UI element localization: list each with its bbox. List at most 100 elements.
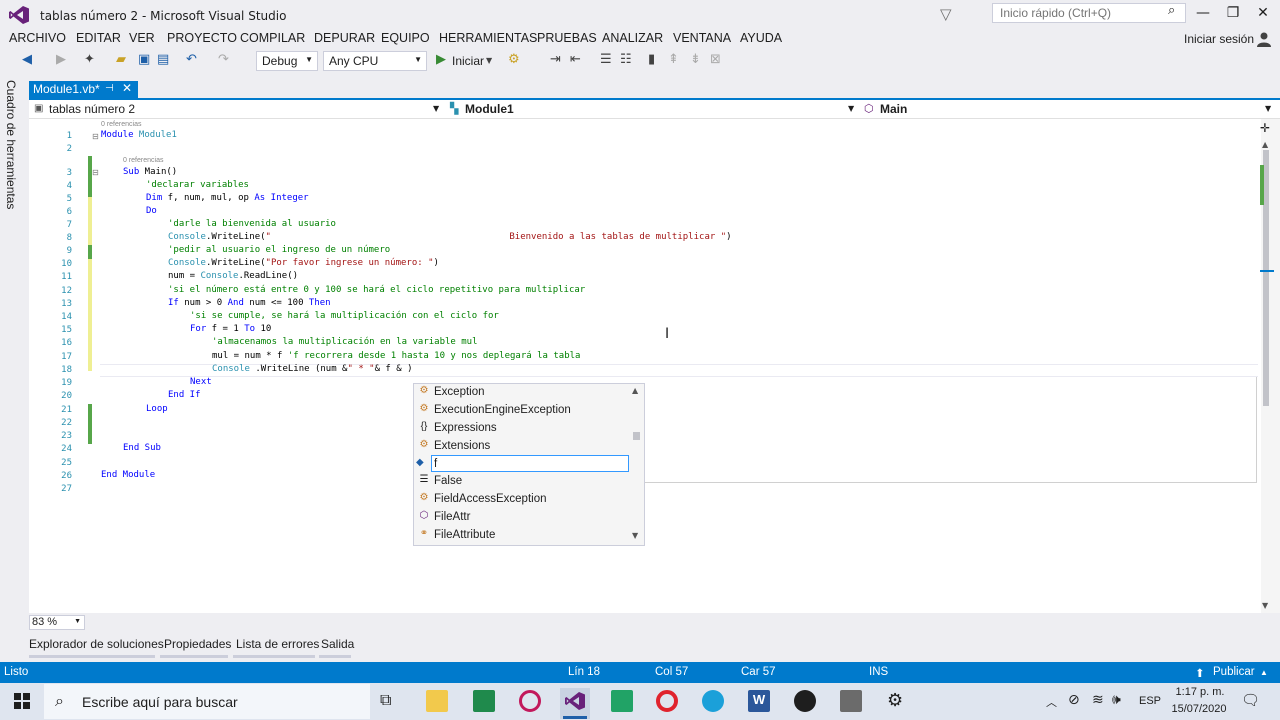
menu-ventana[interactable]: VENTANA: [673, 31, 731, 45]
chevron-up-icon[interactable]: ︿: [1046, 694, 1057, 710]
search-icon[interactable]: ⌕: [1168, 3, 1175, 18]
word-icon[interactable]: W: [748, 690, 770, 712]
open-file-icon[interactable]: ▰: [116, 52, 126, 67]
menu-editar[interactable]: EDITAR: [76, 31, 121, 45]
intellisense-item[interactable]: ⚭ FileAttribute: [416, 527, 630, 544]
chevron-down-icon[interactable]: ▼: [848, 104, 854, 113]
back-icon[interactable]: ◀: [22, 52, 32, 67]
tab-error-list[interactable]: Lista de errores: [236, 637, 319, 651]
volume-icon[interactable]: 🕪: [1112, 692, 1121, 708]
uncomment-icon[interactable]: ☷: [620, 52, 632, 67]
intellisense-scroll-thumb[interactable]: [633, 432, 640, 440]
toolbox-tab[interactable]: Cuadro de herramientas: [4, 80, 18, 209]
module-dropdown[interactable]: Module1: [465, 102, 514, 116]
sign-in-link[interactable]: Iniciar sesión: [1184, 32, 1254, 46]
menu-depurar[interactable]: DEPURAR: [314, 31, 375, 45]
calculator-icon[interactable]: [473, 690, 495, 712]
menu-ver[interactable]: VER: [129, 31, 155, 45]
quick-launch-box[interactable]: [992, 3, 1186, 23]
attach-icon[interactable]: ⚙: [508, 52, 520, 67]
split-icon[interactable]: ✛: [1260, 121, 1270, 135]
new-project-icon[interactable]: ✦: [84, 52, 95, 67]
save-icon[interactable]: ▣: [138, 52, 150, 67]
media-icon[interactable]: [794, 690, 816, 712]
quick-launch-input[interactable]: [993, 4, 1163, 22]
intellisense-item[interactable]: {} Expressions: [416, 420, 630, 437]
intellisense-item[interactable]: ☰ False: [416, 473, 630, 490]
intellisense-item[interactable]: ⚙ FieldAccessException: [416, 491, 630, 508]
step-icon[interactable]: ⇥: [550, 52, 561, 67]
windows-start-icon[interactable]: [14, 693, 30, 709]
collapse-icon[interactable]: ⊟: [92, 168, 99, 177]
next-bookmark-icon[interactable]: ⇟: [690, 52, 701, 67]
utility-icon[interactable]: [840, 690, 862, 712]
chevron-down-icon[interactable]: ▼: [1265, 104, 1271, 113]
forward-icon[interactable]: ▶: [56, 52, 66, 67]
reference-count[interactable]: 0 referencias: [101, 121, 141, 128]
notifications-icon[interactable]: 🗨: [1241, 691, 1260, 709]
tab-properties[interactable]: Propiedades: [164, 637, 231, 651]
chevron-up-icon[interactable]: ▲: [1260, 668, 1268, 677]
menu-proyecto[interactable]: PROYECTO: [167, 31, 237, 45]
platform-select[interactable]: Any CPU ▼: [323, 51, 427, 71]
member-dropdown[interactable]: Main: [880, 102, 907, 116]
scroll-down-icon[interactable]: ▼: [632, 531, 638, 540]
network-icon[interactable]: ⊘: [1068, 692, 1080, 708]
intellisense-item[interactable]: ⚙ Exception: [416, 384, 630, 401]
file-explorer-icon[interactable]: [426, 690, 448, 712]
step-into-icon[interactable]: ⇤: [570, 52, 581, 67]
user-avatar-icon[interactable]: [1256, 31, 1272, 47]
project-dropdown[interactable]: tablas número 2: [49, 102, 135, 116]
keyboard-language[interactable]: ESP: [1139, 695, 1161, 707]
close-window-icon[interactable]: ✕: [1248, 5, 1278, 21]
notification-filter-icon[interactable]: ▽: [940, 5, 952, 23]
menu-herramientas[interactable]: HERRAMIENTAS: [439, 31, 537, 45]
reference-count[interactable]: 0 referencias: [123, 157, 163, 164]
intellisense-item[interactable]: ⚙ ExecutionEngineException: [416, 402, 630, 419]
start-play-icon[interactable]: ▶: [436, 52, 446, 67]
wifi-icon[interactable]: ≋: [1092, 692, 1104, 708]
scroll-down-icon[interactable]: ▼: [1262, 601, 1268, 610]
solution-config-select[interactable]: Debug ▼: [256, 51, 318, 71]
opera-icon[interactable]: [656, 690, 678, 712]
minimize-icon[interactable]: —: [1188, 5, 1218, 21]
clock-time[interactable]: 1:17 p. m.: [1175, 686, 1225, 698]
publish-icon[interactable]: ⬆: [1195, 666, 1205, 680]
redo-icon[interactable]: ↷: [218, 52, 229, 67]
restore-icon[interactable]: ❐: [1218, 5, 1248, 21]
start-button[interactable]: Iniciar: [452, 54, 484, 68]
close-tab-icon[interactable]: ✕: [122, 81, 132, 95]
chevron-down-icon[interactable]: ▼: [433, 104, 439, 113]
prev-bookmark-icon[interactable]: ⇞: [668, 52, 679, 67]
menu-compilar[interactable]: COMPILAR: [240, 31, 305, 45]
publish-button[interactable]: Publicar: [1213, 666, 1255, 678]
save-all-icon[interactable]: ▤: [157, 52, 169, 67]
clock-date[interactable]: 15/07/2020: [1169, 703, 1229, 715]
scroll-up-icon[interactable]: ▲: [1262, 140, 1268, 149]
visual-studio-taskbar-icon[interactable]: [565, 692, 585, 710]
menu-archivo[interactable]: ARCHIVO: [9, 31, 66, 45]
app-icon[interactable]: [519, 690, 541, 712]
menu-equipo[interactable]: EQUIPO: [381, 31, 430, 45]
intellisense-item[interactable]: ⬡ FileAttr: [416, 509, 630, 526]
tab-solution-explorer[interactable]: Explorador de soluciones: [29, 637, 164, 651]
pin-icon[interactable]: ⊣: [105, 83, 114, 94]
taskbar-search-text[interactable]: Escribe aquí para buscar: [82, 694, 238, 710]
menu-ayuda[interactable]: AYUDA: [740, 31, 782, 45]
scroll-up-icon[interactable]: ▲: [632, 386, 638, 395]
start-dropdown-icon[interactable]: ▼: [486, 56, 492, 65]
intellisense-item-selected[interactable]: f: [431, 455, 629, 472]
collapse-icon[interactable]: ⊟: [92, 132, 99, 141]
pseint-icon[interactable]: [611, 690, 633, 712]
comment-icon[interactable]: ☰: [600, 52, 612, 67]
menu-pruebas[interactable]: PRUEBAS: [537, 31, 597, 45]
menu-analizar[interactable]: ANALIZAR: [602, 31, 663, 45]
zoom-select[interactable]: 83 % ▼: [29, 615, 85, 630]
undo-icon[interactable]: ↶: [186, 52, 197, 67]
settings-gear-icon[interactable]: ⚙: [887, 690, 909, 712]
intellisense-item[interactable]: ⚙ Extensions: [416, 438, 630, 455]
tab-output[interactable]: Salida: [321, 637, 354, 651]
clear-bookmarks-icon[interactable]: ⊠: [710, 52, 721, 67]
edge-icon[interactable]: [702, 690, 724, 712]
task-view-icon[interactable]: ⧉: [380, 690, 402, 712]
